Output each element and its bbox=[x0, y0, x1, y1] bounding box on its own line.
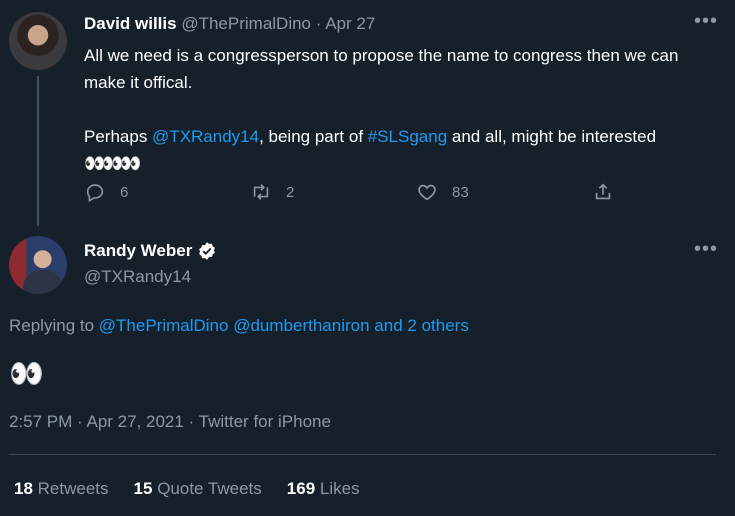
reply-action[interactable]: 6 bbox=[84, 181, 128, 203]
replying-label: Replying to bbox=[9, 316, 99, 335]
reply-icon bbox=[86, 184, 104, 203]
quotes-label: Quote Tweets bbox=[157, 479, 262, 498]
reply-count: 6 bbox=[120, 183, 129, 201]
replying-to: Replying to @ThePrimalDino @dumberthanir… bbox=[9, 316, 469, 336]
tweet1-text-mid: , being part of bbox=[259, 127, 368, 146]
likes-label: Likes bbox=[319, 479, 360, 498]
hashtag-slsgang[interactable]: #SLSgang bbox=[368, 127, 447, 146]
retweet-icon bbox=[253, 184, 269, 200]
share-icon bbox=[595, 183, 611, 200]
tweet1-text-suffix: and all, might be interested bbox=[447, 127, 657, 146]
retweet-count: 2 bbox=[286, 183, 295, 201]
tweet2-display-name[interactable]: Randy Weber bbox=[84, 241, 192, 261]
quote-tweets-stat[interactable]: 15 Quote Tweets bbox=[134, 479, 262, 499]
share-action[interactable] bbox=[592, 181, 614, 203]
tweet1-header: David willis @ThePrimalDino · Apr 27 bbox=[84, 14, 375, 34]
tweet2-display-name-row[interactable]: Randy Weber bbox=[84, 241, 217, 261]
avatar-randy-weber[interactable] bbox=[9, 236, 67, 294]
thread-line bbox=[37, 76, 39, 226]
retweets-count: 18 bbox=[14, 479, 33, 498]
mention-txrandy14[interactable]: @TXRandy14 bbox=[152, 127, 259, 146]
like-action[interactable]: 83 bbox=[416, 181, 469, 203]
like-count: 83 bbox=[452, 183, 469, 201]
likes-stat[interactable]: 169 Likes bbox=[287, 479, 360, 499]
tweet2-timestamp: 2:57 PM · Apr 27, 2021 · Twitter for iPh… bbox=[9, 412, 331, 431]
likes-count: 169 bbox=[286, 479, 316, 498]
tweet1-date[interactable]: Apr 27 bbox=[325, 14, 375, 33]
verified-badge-icon bbox=[199, 242, 216, 260]
tweet1-line2: Perhaps @TXRandy14, being part of #SLSga… bbox=[84, 123, 714, 150]
retweets-label: Retweets bbox=[37, 479, 109, 498]
mention-dumberthaniron[interactable]: @dumberthaniron bbox=[233, 316, 369, 335]
tweet2-time[interactable]: 2:57 PM bbox=[9, 412, 72, 431]
quotes-count: 15 bbox=[133, 479, 153, 498]
replying-and: and bbox=[374, 316, 403, 335]
tweet1-handle[interactable]: @ThePrimalDino bbox=[181, 14, 311, 33]
tweet2-handle[interactable]: @TXRandy14 bbox=[84, 267, 191, 287]
tweet1-separator: · bbox=[315, 14, 322, 33]
like-icon bbox=[418, 184, 436, 201]
stats-divider bbox=[9, 454, 716, 455]
retweets-stat[interactable]: 18 Retweets bbox=[14, 479, 109, 499]
tweet2-eyes-emoji: 👀 bbox=[9, 358, 44, 389]
tweet1-text: All we need is a congressperson to propo… bbox=[84, 42, 714, 177]
avatar-figure bbox=[23, 270, 63, 294]
tweet2-stats: 18 Retweets 15 Quote Tweets 169 Likes bbox=[14, 479, 360, 499]
tweet1-more-icon[interactable]: ••• bbox=[694, 10, 718, 33]
tweet1-eyes-emoji: 👀👀👀 bbox=[84, 154, 141, 173]
retweet-action[interactable]: 2 bbox=[250, 181, 294, 203]
tweet1-line1: All we need is a congressperson to propo… bbox=[84, 46, 679, 92]
tweet1-display-name[interactable]: David willis bbox=[84, 14, 177, 33]
mention-theprimaldino[interactable]: @ThePrimalDino bbox=[99, 316, 229, 335]
tweet2-source[interactable]: Twitter for iPhone bbox=[199, 412, 331, 431]
replying-others[interactable]: 2 others bbox=[407, 316, 468, 335]
tweet2-more-icon[interactable]: ••• bbox=[694, 238, 718, 261]
avatar-david-willis[interactable] bbox=[9, 12, 67, 70]
tweet1-text-prefix: Perhaps bbox=[84, 127, 153, 146]
tweet2-date[interactable]: Apr 27, 2021 bbox=[86, 412, 183, 431]
